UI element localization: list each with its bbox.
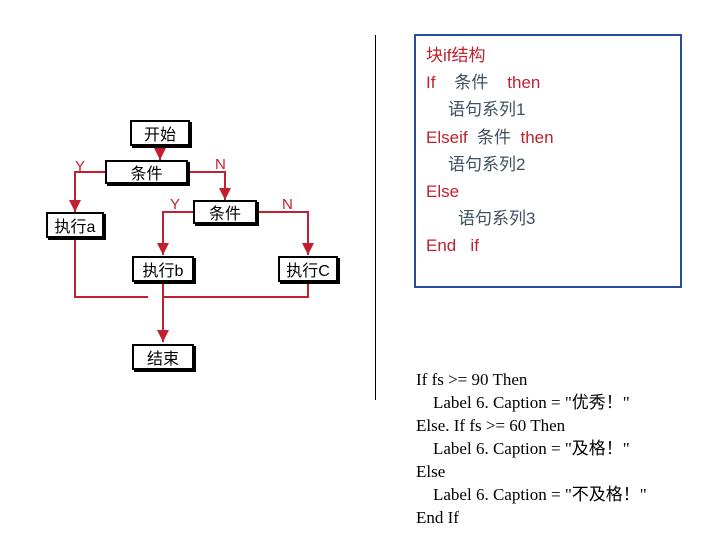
label-n1: N <box>215 156 226 173</box>
syntax-elseif-line: Elseif 条件 then <box>426 124 670 151</box>
syntax-box: 块if结构 If 条件 then 语句系列1 Elseif 条件 then 语句… <box>414 34 682 288</box>
flow-start: 开始 <box>130 120 190 146</box>
flowchart: 开始 条件 条件 执行a 执行b 执行C 结束 Y N Y N <box>30 120 370 400</box>
flow-exec-c: 执行C <box>278 256 338 282</box>
elseif-cond: 条件 <box>477 128 511 147</box>
code-l1: If fs >= 90 Then <box>416 370 527 389</box>
code-l7: End If <box>416 508 459 527</box>
flow-end: 结束 <box>132 344 194 370</box>
kw-then1: then <box>507 73 540 92</box>
flow-exec-a: 执行a <box>46 212 104 238</box>
code-l3: Else. If fs >= 60 Then <box>416 416 565 435</box>
code-block: If fs >= 90 Then Label 6. Caption = "优秀！… <box>416 346 647 530</box>
kw-then2: then <box>520 128 553 147</box>
flow-cond2: 条件 <box>193 200 257 224</box>
stmt1: 语句系列1 <box>448 96 670 123</box>
kw-end: End <box>426 236 456 255</box>
code-l4: Label 6. Caption = "及格！" <box>416 439 630 458</box>
if-cond: 条件 <box>454 73 488 92</box>
vertical-divider <box>375 35 376 400</box>
label-n2: N <box>282 196 293 213</box>
stmt3: 语句系列3 <box>458 205 670 232</box>
kw-if: If <box>426 73 435 92</box>
flow-exec-b: 执行b <box>132 256 194 282</box>
kw-elseif: Elseif <box>426 128 468 147</box>
stmt2: 语句系列2 <box>448 151 670 178</box>
code-l6: Label 6. Caption = "不及格！" <box>416 485 647 504</box>
page-canvas: 块if结构 If 条件 then 语句系列1 Elseif 条件 then 语句… <box>0 0 720 540</box>
label-y2: Y <box>170 196 180 213</box>
syntax-endif-line: End if <box>426 232 670 259</box>
syntax-else-line: Else <box>426 178 670 205</box>
kw-if2: if <box>470 236 479 255</box>
syntax-title: 块if结构 <box>426 42 670 69</box>
label-y1: Y <box>75 158 85 175</box>
syntax-title-text: 块if结构 <box>426 46 486 65</box>
flow-cond1: 条件 <box>105 160 188 184</box>
code-l5: Else <box>416 462 445 481</box>
syntax-if-line: If 条件 then <box>426 69 670 96</box>
code-l2: Label 6. Caption = "优秀！" <box>416 393 630 412</box>
kw-else: Else <box>426 182 459 201</box>
